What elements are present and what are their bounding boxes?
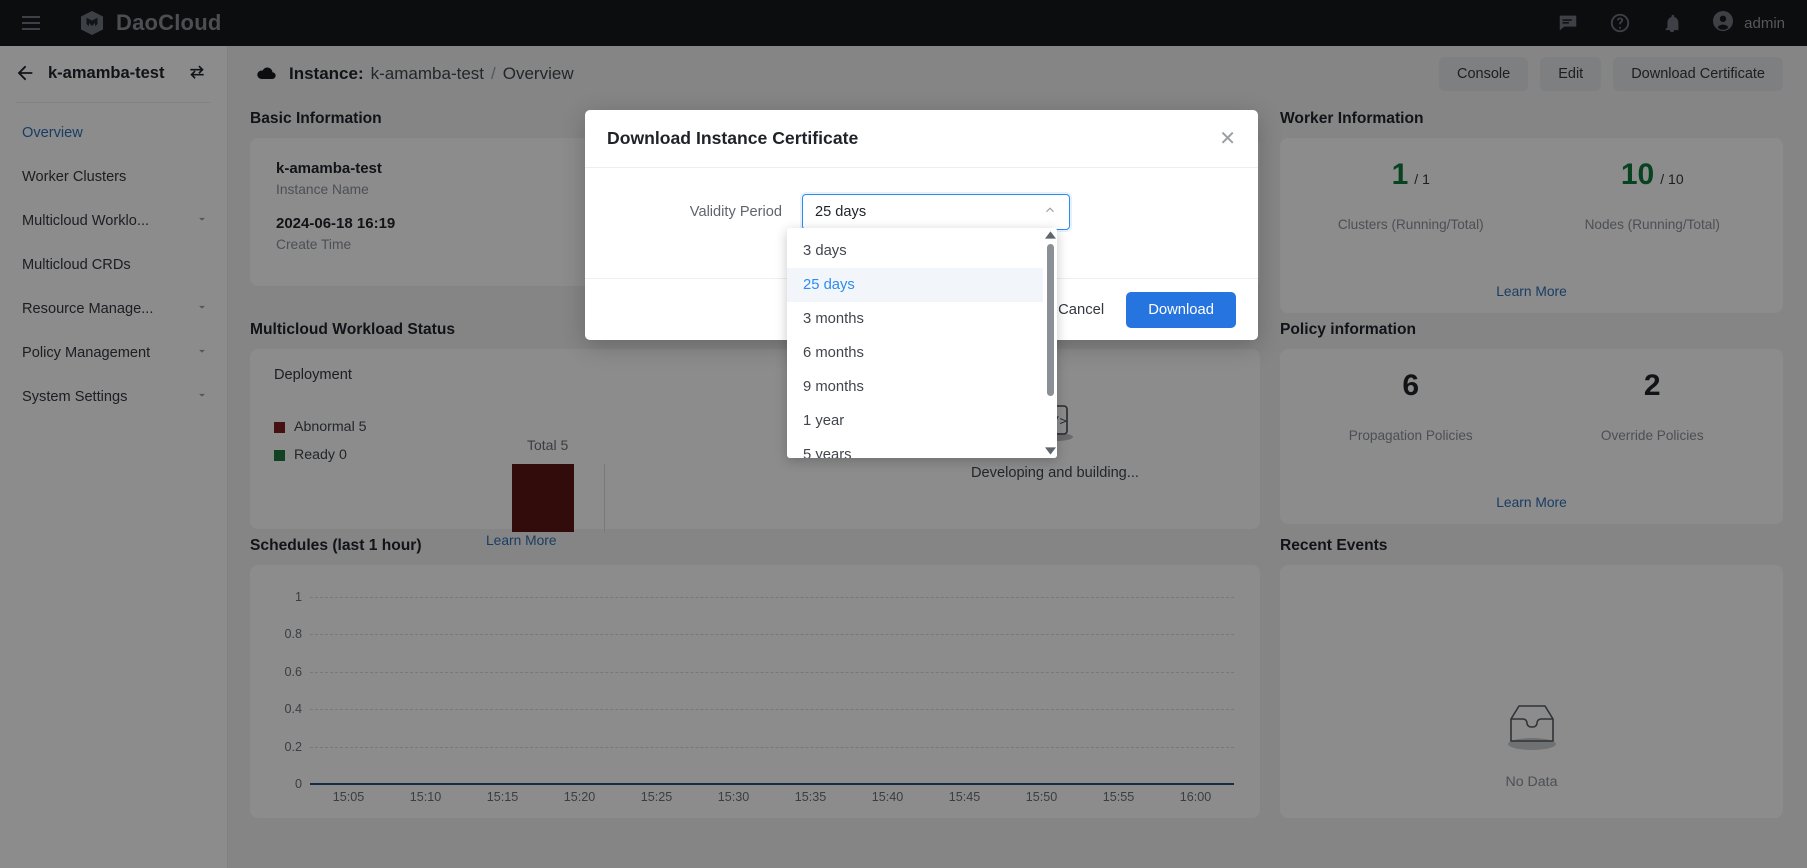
scrollbar-thumb[interactable] [1047,244,1054,396]
cancel-button[interactable]: Cancel [1052,294,1110,326]
modal-title: Download Instance Certificate [607,128,858,149]
dropdown-scrollbar[interactable] [1043,228,1057,458]
validity-period-row: Validity Period 25 days [607,194,1236,230]
scroll-up-arrow-icon[interactable] [1045,228,1056,242]
dropdown-option-5-years[interactable]: 5 years [787,438,1043,458]
dropdown-option-3-months[interactable]: 3 months [787,302,1043,336]
validity-period-label: Validity Period [607,204,802,220]
validity-period-select[interactable]: 25 days [802,194,1070,230]
dropdown-option-list: 3 days 25 days 3 months 6 months 9 month… [787,228,1043,458]
validity-period-value: 25 days [815,204,866,220]
dropdown-option-25-days[interactable]: 25 days [787,268,1043,302]
validity-period-dropdown: 3 days 25 days 3 months 6 months 9 month… [787,228,1057,458]
app-root: DaoCloud admin k-amam [0,0,1807,868]
dropdown-option-9-months[interactable]: 9 months [787,370,1043,404]
dropdown-option-6-months[interactable]: 6 months [787,336,1043,370]
chevron-up-icon [1043,203,1057,221]
scroll-down-arrow-icon[interactable] [1045,444,1056,458]
close-icon[interactable]: ✕ [1219,129,1236,149]
modal-header: Download Instance Certificate ✕ [585,110,1258,168]
download-button[interactable]: Download [1126,292,1236,328]
dropdown-option-3-days[interactable]: 3 days [787,234,1043,268]
dropdown-option-1-year[interactable]: 1 year [787,404,1043,438]
